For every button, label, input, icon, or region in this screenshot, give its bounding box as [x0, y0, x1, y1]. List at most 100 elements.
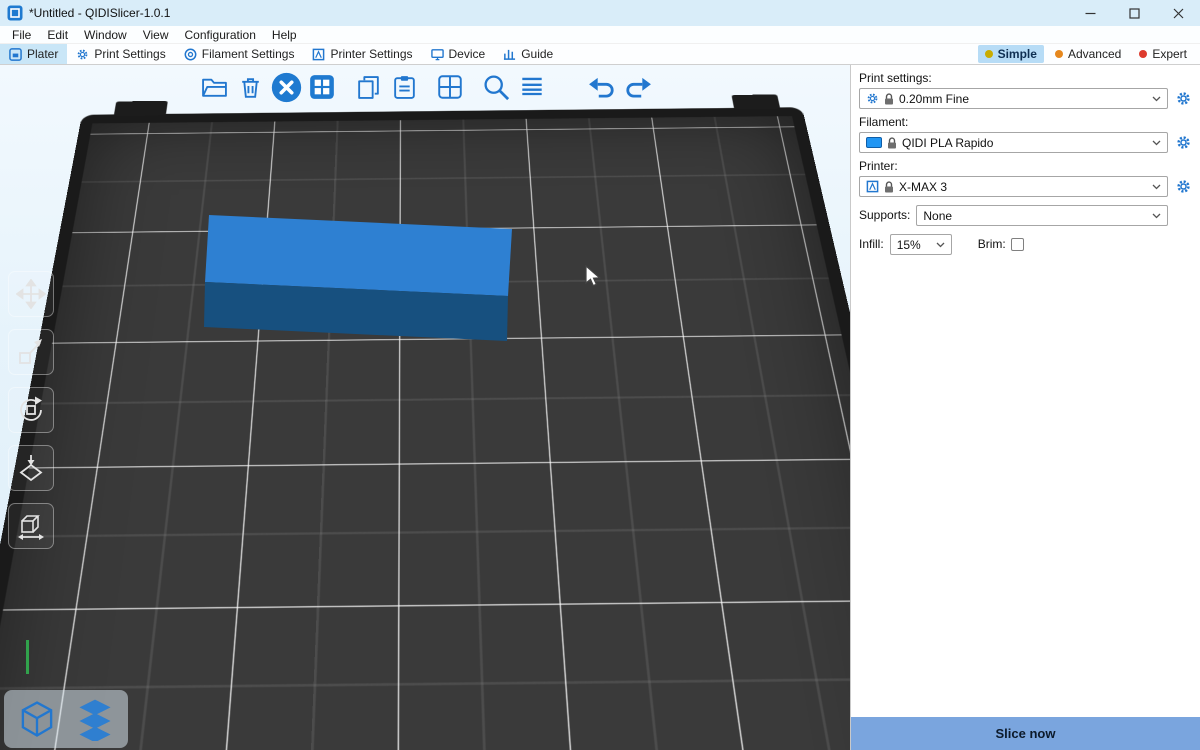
printer-combo[interactable]: X-MAX 3	[859, 176, 1168, 197]
settings-sidebar: Print settings: 0.20mm Fine Filament: QI…	[850, 65, 1200, 750]
tab-label: Plater	[27, 47, 58, 61]
copy-button[interactable]	[350, 69, 386, 105]
lock-icon	[887, 137, 897, 149]
open-folder-button[interactable]	[196, 69, 232, 105]
delete-button[interactable]	[232, 69, 268, 105]
gear-icon	[1176, 91, 1191, 106]
chevron-down-icon	[936, 242, 945, 248]
maximize-button[interactable]	[1112, 0, 1156, 26]
guide-icon	[503, 48, 516, 61]
menu-window[interactable]: Window	[76, 28, 135, 42]
supports-label: Supports:	[859, 208, 910, 222]
gizmo-toolbar	[8, 271, 54, 549]
split-to-objects-button[interactable]	[432, 69, 468, 105]
lock-icon	[884, 181, 894, 193]
chevron-down-icon	[1152, 184, 1161, 190]
print-settings-combo[interactable]: 0.20mm Fine	[859, 88, 1168, 109]
tab-plater[interactable]: Plater	[0, 44, 67, 64]
printer-icon	[312, 48, 325, 61]
menu-file[interactable]: File	[4, 28, 39, 42]
variable-layer-height-button[interactable]	[514, 69, 550, 105]
minimize-button[interactable]	[1068, 0, 1112, 26]
menu-view[interactable]: View	[135, 28, 177, 42]
search-button[interactable]	[478, 69, 514, 105]
place-on-face-gizmo-button[interactable]	[8, 445, 54, 491]
chevron-down-icon	[1152, 213, 1161, 219]
mouse-cursor	[585, 265, 603, 289]
window-controls	[1068, 0, 1200, 26]
redo-button[interactable]	[620, 69, 656, 105]
gear-icon	[1176, 179, 1191, 194]
paste-button[interactable]	[386, 69, 422, 105]
print-settings-label: Print settings:	[859, 71, 1192, 85]
viewport-3d[interactable]	[0, 65, 850, 750]
move-gizmo-button[interactable]	[8, 271, 54, 317]
gear-icon	[866, 92, 879, 105]
arrange-button[interactable]	[304, 69, 340, 105]
infill-label: Infill:	[859, 237, 884, 251]
printer-icon	[866, 180, 879, 193]
measure-gizmo-button[interactable]	[8, 503, 54, 549]
tab-printer-settings[interactable]: Printer Settings	[303, 44, 421, 64]
printer-label: Printer:	[859, 159, 1192, 173]
mode-switcher: Simple Advanced Expert	[978, 44, 1200, 64]
infill-combo[interactable]: 15%	[890, 234, 952, 255]
chevron-down-icon	[1152, 140, 1161, 146]
menu-configuration[interactable]: Configuration	[177, 28, 264, 42]
supports-value: None	[923, 209, 952, 223]
gear-icon	[1176, 135, 1191, 150]
tab-filament-settings[interactable]: Filament Settings	[175, 44, 304, 64]
slice-now-button[interactable]: Slice now	[851, 717, 1200, 750]
view-toolbar	[4, 690, 128, 748]
filament-gear-button[interactable]	[1174, 134, 1192, 152]
plater-icon	[9, 48, 22, 61]
model-object[interactable]	[0, 65, 850, 750]
expert-mode-dot-icon	[1139, 50, 1147, 58]
supports-combo[interactable]: None	[916, 205, 1168, 226]
print-settings-value: 0.20mm Fine	[899, 92, 969, 106]
titlebar: *Untitled - QIDISlicer-1.0.1	[0, 0, 1200, 26]
undo-button[interactable]	[584, 69, 620, 105]
tab-guide[interactable]: Guide	[494, 44, 562, 64]
scale-gizmo-button[interactable]	[8, 329, 54, 375]
infill-value: 15%	[897, 238, 921, 252]
brim-label: Brim:	[978, 237, 1006, 251]
filament-spool-icon	[184, 48, 197, 61]
mode-label: Expert	[1152, 47, 1187, 61]
window-title: *Untitled - QIDISlicer-1.0.1	[29, 6, 170, 20]
filament-combo[interactable]: QIDI PLA Rapido	[859, 132, 1168, 153]
tab-label: Guide	[521, 47, 553, 61]
qidislicer-window: *Untitled - QIDISlicer-1.0.1 File Edit W…	[0, 0, 1200, 750]
menubar: File Edit Window View Configuration Help	[0, 26, 1200, 44]
tabbar: Plater Print Settings Filament Settings …	[0, 44, 1200, 65]
delete-all-button[interactable]	[268, 69, 304, 105]
mode-simple[interactable]: Simple	[978, 45, 1044, 63]
mode-label: Advanced	[1068, 47, 1121, 61]
menu-help[interactable]: Help	[264, 28, 305, 42]
brim-checkbox[interactable]	[1011, 238, 1024, 251]
tab-label: Filament Settings	[202, 47, 295, 61]
mode-advanced[interactable]: Advanced	[1048, 45, 1128, 63]
3d-editor-view-button[interactable]	[13, 695, 61, 743]
close-button[interactable]	[1156, 0, 1200, 26]
mode-label: Simple	[998, 47, 1037, 61]
preview-layers-button[interactable]	[71, 695, 119, 743]
rotate-gizmo-button[interactable]	[8, 387, 54, 433]
lock-icon	[884, 93, 894, 105]
printer-gear-button[interactable]	[1174, 178, 1192, 196]
monitor-icon	[431, 48, 444, 61]
advanced-mode-dot-icon	[1055, 50, 1063, 58]
app-logo-icon	[7, 5, 23, 21]
tab-label: Device	[449, 47, 486, 61]
tab-device[interactable]: Device	[422, 44, 495, 64]
print-settings-gear-button[interactable]	[1174, 90, 1192, 108]
simple-mode-dot-icon	[985, 50, 993, 58]
printer-value: X-MAX 3	[899, 180, 947, 194]
viewport-toolbar	[196, 69, 656, 105]
tab-print-settings[interactable]: Print Settings	[67, 44, 174, 64]
mode-expert[interactable]: Expert	[1132, 45, 1194, 63]
chevron-down-icon	[1152, 96, 1161, 102]
menu-edit[interactable]: Edit	[39, 28, 76, 42]
model-top-face[interactable]	[205, 215, 512, 296]
filament-label: Filament:	[859, 115, 1192, 129]
